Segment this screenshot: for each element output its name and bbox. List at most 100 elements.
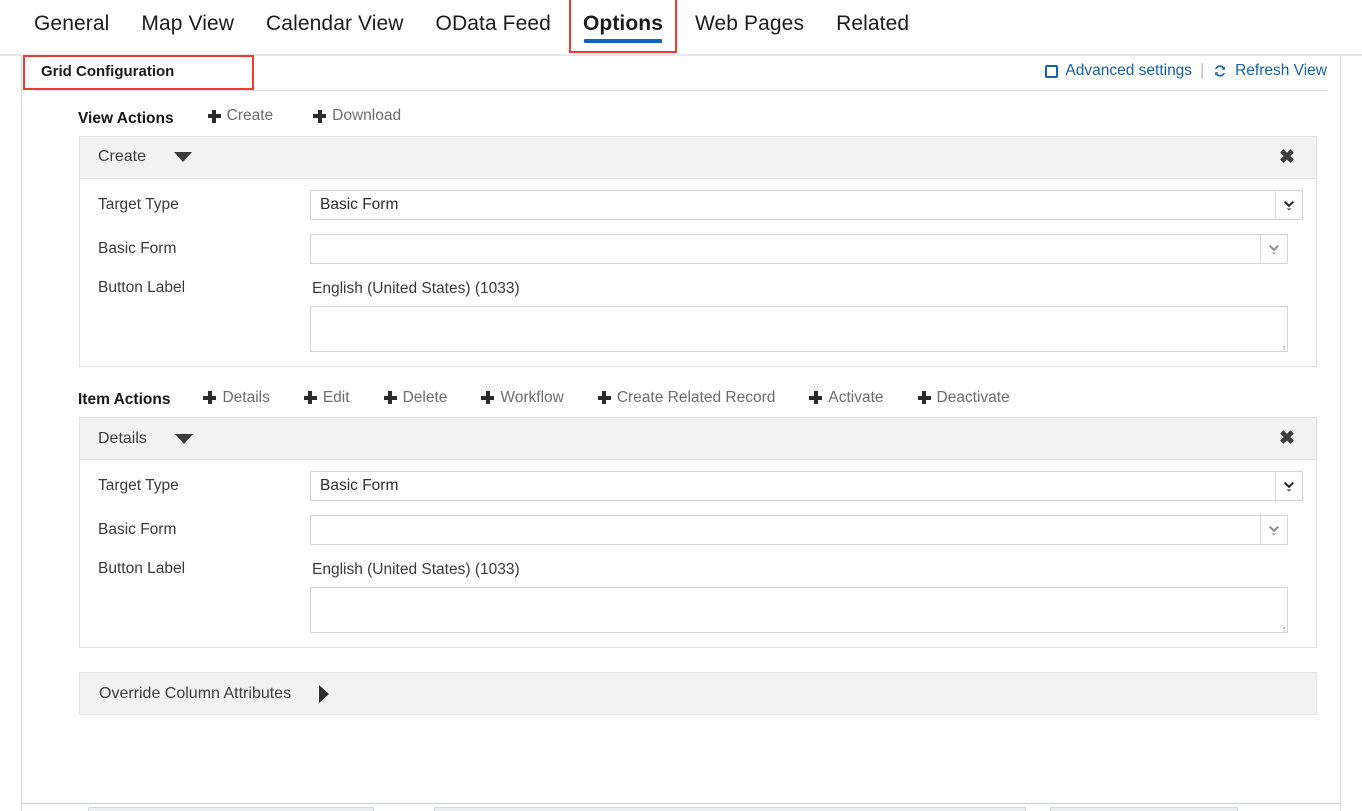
plus-icon <box>304 391 317 404</box>
field-control: Basic Form <box>310 190 1303 220</box>
field-target-type: Target Type Basic Form <box>98 471 1303 501</box>
button-label: Edit <box>323 389 350 407</box>
button-label: Download <box>332 107 401 125</box>
card-header[interactable]: Details ✖ <box>80 418 1316 460</box>
card-header[interactable]: Create ✖ <box>80 137 1316 179</box>
item-actions-label: Item Actions <box>78 391 170 409</box>
plus-icon <box>809 391 822 404</box>
field-label: Target Type <box>98 190 310 214</box>
plus-icon <box>918 391 931 404</box>
card-title: Create <box>98 148 146 166</box>
button-label-textarea[interactable] <box>310 587 1288 633</box>
field-control <box>310 515 1303 545</box>
target-type-value: Basic Form <box>311 191 1275 219</box>
field-label: Target Type <box>98 471 310 495</box>
tab-label: Calendar View <box>266 12 404 35</box>
chevron-down-icon[interactable] <box>174 152 192 162</box>
tab-label: Related <box>836 12 909 35</box>
basic-form-value <box>311 235 1260 263</box>
add-create-view-action-button[interactable]: Create <box>208 107 274 125</box>
add-delete-item-action-button[interactable]: Delete <box>384 389 448 407</box>
header-actions: Advanced settings | Refresh View <box>1045 62 1340 80</box>
button-label: Activate <box>828 389 883 407</box>
tab-web-pages[interactable]: Web Pages <box>679 8 820 46</box>
field-control: Basic Form <box>310 471 1303 501</box>
plus-icon <box>203 391 216 404</box>
item-actions-toolbar: Item Actions Details Edit Delete Workflo… <box>34 367 1328 418</box>
advanced-settings-label: Advanced settings <box>1065 62 1192 80</box>
field-label: Button Label <box>98 559 310 578</box>
plus-icon <box>481 391 494 404</box>
target-type-select[interactable]: Basic Form <box>310 471 1303 501</box>
resize-handle-icon[interactable] <box>1275 621 1285 631</box>
button-label-language: English (United States) (1033) <box>310 559 1303 587</box>
active-tab-underline <box>584 39 662 43</box>
chevron-down-icon[interactable] <box>1275 191 1302 219</box>
advanced-settings-button[interactable]: Advanced settings <box>1045 62 1192 80</box>
card-header-left: Create <box>98 148 192 166</box>
card-body: Target Type Basic Form <box>80 460 1316 647</box>
add-edit-item-action-button[interactable]: Edit <box>304 389 350 407</box>
tab-label: General <box>34 12 109 35</box>
chevron-down-icon[interactable] <box>1260 235 1287 263</box>
button-label: Create <box>227 107 274 125</box>
plus-icon <box>313 110 326 123</box>
view-action-card-create: Create ✖ Target Type Basic Form <box>79 136 1317 367</box>
chevron-right-icon[interactable] <box>319 685 329 703</box>
field-control: English (United States) (1033) <box>310 278 1303 352</box>
button-label: Details <box>222 389 269 407</box>
basic-form-value <box>311 516 1260 544</box>
override-column-attributes-section[interactable]: Override Column Attributes <box>79 672 1317 715</box>
chevron-down-icon[interactable] <box>175 434 193 444</box>
add-activate-item-action-button[interactable]: Activate <box>809 389 883 407</box>
footer-button[interactable] <box>88 807 374 811</box>
field-button-label: Button Label English (United States) (10… <box>98 278 1303 352</box>
field-label: Basic Form <box>98 515 310 539</box>
chevron-down-icon[interactable] <box>1275 472 1302 500</box>
tab-label: OData Feed <box>436 12 551 35</box>
footer-button[interactable] <box>1050 807 1238 811</box>
refresh-icon <box>1212 63 1228 79</box>
add-deactivate-item-action-button[interactable]: Deactivate <box>918 389 1010 407</box>
field-button-label: Button Label English (United States) (10… <box>98 559 1303 633</box>
tab-calendar-view[interactable]: Calendar View <box>250 8 420 46</box>
page-title: Grid Configuration <box>39 60 176 83</box>
add-download-view-action-button[interactable]: Download <box>313 107 401 125</box>
tab-odata-feed[interactable]: OData Feed <box>420 8 567 46</box>
button-label: Workflow <box>500 389 563 407</box>
plus-icon <box>598 391 611 404</box>
close-icon[interactable]: ✖ <box>1258 418 1316 459</box>
tab-related[interactable]: Related <box>820 8 925 46</box>
card-body: Target Type Basic Form <box>80 179 1316 366</box>
basic-form-select[interactable] <box>310 515 1288 545</box>
target-type-select[interactable]: Basic Form <box>310 190 1303 220</box>
field-label: Button Label <box>98 278 310 297</box>
field-label: Basic Form <box>98 234 310 258</box>
tab-general[interactable]: General <box>18 8 125 46</box>
options-pane: Grid Configuration Advanced settings | R… <box>21 56 1341 811</box>
view-actions-toolbar: View Actions Create Download <box>34 107 1328 136</box>
item-action-card-details: Details ✖ Target Type Basic Form <box>79 417 1317 648</box>
field-target-type: Target Type Basic Form <box>98 190 1303 220</box>
tab-label: Web Pages <box>695 12 804 35</box>
header-separator: | <box>1200 62 1204 80</box>
target-type-value: Basic Form <box>311 472 1275 500</box>
square-outline-icon <box>1045 65 1058 78</box>
basic-form-select[interactable] <box>310 234 1288 264</box>
footer-button[interactable] <box>434 807 1026 811</box>
button-label-textarea[interactable] <box>310 306 1288 352</box>
field-basic-form: Basic Form <box>98 234 1303 264</box>
chevron-down-icon[interactable] <box>1260 516 1287 544</box>
refresh-view-button[interactable]: Refresh View <box>1212 62 1327 80</box>
tab-map-view[interactable]: Map View <box>125 8 250 46</box>
refresh-view-label: Refresh View <box>1235 62 1327 80</box>
button-label-language: English (United States) (1033) <box>310 278 1303 306</box>
add-workflow-item-action-button[interactable]: Workflow <box>481 389 563 407</box>
tab-options[interactable]: Options <box>567 8 679 46</box>
add-details-item-action-button[interactable]: Details <box>203 389 269 407</box>
view-actions-label: View Actions <box>78 110 174 128</box>
resize-handle-icon[interactable] <box>1275 340 1285 350</box>
card-header-left: Details <box>98 430 193 448</box>
close-icon[interactable]: ✖ <box>1258 137 1316 178</box>
add-create-related-record-item-action-button[interactable]: Create Related Record <box>598 389 776 407</box>
